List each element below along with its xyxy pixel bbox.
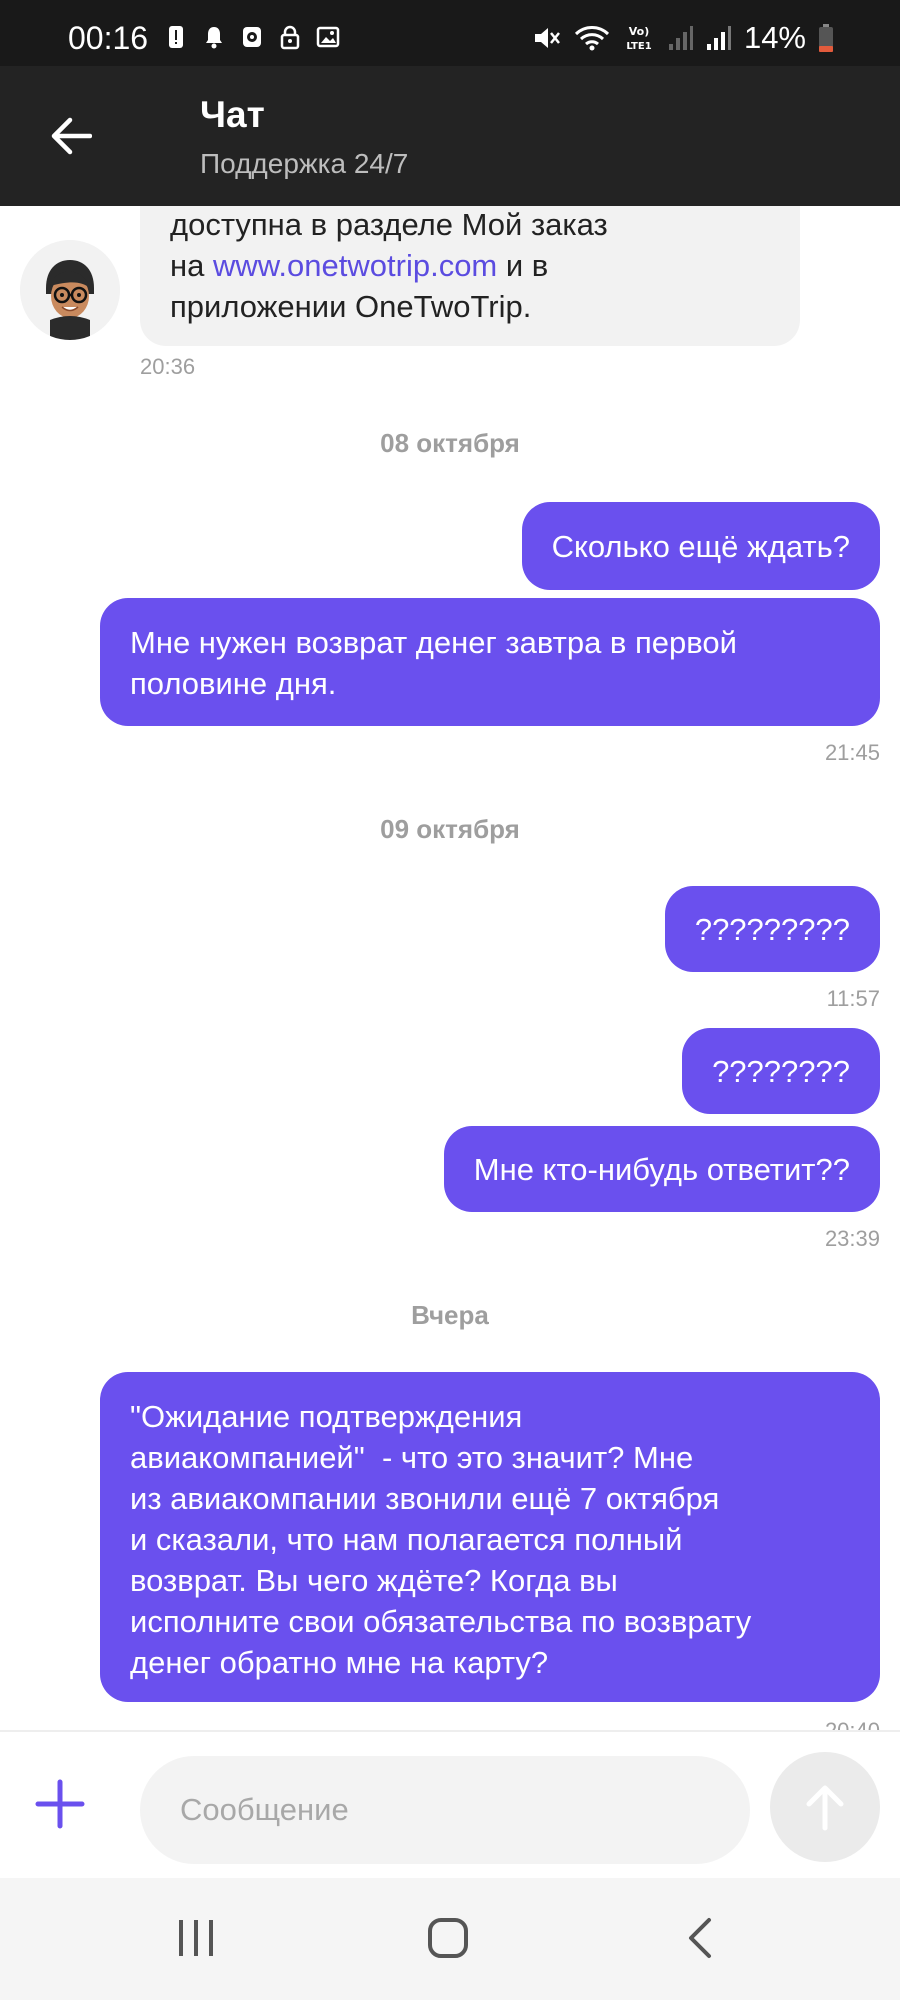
volte-icon: Vo) LTE1 xyxy=(626,25,651,52)
clock-app-icon xyxy=(243,27,261,47)
message-text: ???????? xyxy=(712,1053,850,1089)
message-text: на xyxy=(170,248,213,283)
arrow-left-icon xyxy=(51,117,92,155)
system-nav-bar xyxy=(0,1878,900,2000)
message-time: 20:40 xyxy=(825,1718,880,1730)
svg-text:Vo): Vo) xyxy=(629,25,650,38)
date-separator: 08 октября xyxy=(380,428,520,458)
wifi-icon xyxy=(574,26,609,51)
outgoing-message: ????????? xyxy=(664,886,880,972)
memoji-avatar-icon xyxy=(20,240,120,340)
message-text: Мне кто-нибудь ответит?? xyxy=(473,1151,850,1187)
notification-icons xyxy=(164,24,340,50)
message-line: Мне нужен возврат денег завтра в первой xyxy=(130,625,737,660)
status-time: 00:16 xyxy=(68,20,149,56)
message-text: и в xyxy=(497,248,549,283)
message-time: 11:57 xyxy=(826,986,880,1011)
date-separator: 09 октября xyxy=(380,814,520,844)
recent-apps-icon xyxy=(179,1920,213,1956)
support-avatar xyxy=(20,240,120,340)
message-composer xyxy=(0,1730,900,1878)
svg-text:LTE1: LTE1 xyxy=(626,41,651,52)
plus-icon xyxy=(35,1779,85,1829)
recent-apps-button[interactable] xyxy=(156,1908,236,1968)
battery-percent: 14% xyxy=(743,20,806,55)
message-line: доступна в разделе Мой заказ xyxy=(170,207,608,242)
back-button[interactable] xyxy=(38,104,102,168)
message-line: денег обратно мне на карту? xyxy=(130,1645,549,1680)
incoming-message: доступна в разделе Мой заказ на www.onet… xyxy=(140,206,800,346)
attach-button[interactable] xyxy=(30,1774,90,1834)
message-line: возврат. Вы чего ждёте? Когда вы xyxy=(130,1563,618,1598)
status-bar: 00:16 Vo) LTE1 14% xyxy=(0,0,900,66)
message-input[interactable] xyxy=(140,1756,750,1864)
message-line: авиакомпанией" - что это значит? Мне xyxy=(130,1440,694,1475)
message-line: из авиакомпании звонили ещё 7 октября xyxy=(130,1481,720,1516)
send-button[interactable] xyxy=(770,1752,880,1862)
page-title: Чат xyxy=(200,94,265,135)
signal-icon-2 xyxy=(706,26,731,50)
message-text: Сколько ещё ждать? xyxy=(551,528,850,564)
arrow-up-icon xyxy=(806,1785,844,1831)
outgoing-message: "Ожидание подтверждения авиакомпанией" -… xyxy=(100,1372,880,1702)
message-line: на www.onetwotrip.com и в xyxy=(170,245,770,286)
date-separator: Вчера xyxy=(411,1300,489,1330)
mute-icon xyxy=(534,28,560,48)
system-icons: Vo) LTE1 14% xyxy=(532,20,834,56)
message-line: "Ожидание подтверждения xyxy=(130,1399,523,1434)
message-line: приложении OneTwoTrip. xyxy=(170,289,532,324)
chat-messages[interactable]: доступна в разделе Мой заказ на www.onet… xyxy=(0,206,900,1730)
message-time: 20:36 xyxy=(140,354,196,379)
home-button[interactable] xyxy=(408,1908,488,1968)
outgoing-message: Мне нужен возврат денег завтра в первой … xyxy=(100,598,880,726)
back-nav-button[interactable] xyxy=(660,1908,740,1968)
image-icon xyxy=(316,26,340,48)
outgoing-message: ???????? xyxy=(682,1028,880,1114)
lock-icon xyxy=(280,25,300,50)
message-time: 23:39 xyxy=(824,1226,880,1251)
message-line: и сказали, что нам полагается полный xyxy=(130,1522,683,1557)
outgoing-message: Сколько ещё ждать? xyxy=(521,502,880,590)
website-link[interactable]: www.onetwotrip.com xyxy=(213,248,497,283)
bell-icon xyxy=(206,27,222,49)
battery-icon xyxy=(819,24,833,52)
message-line: исполните свои обязательства по возврату xyxy=(130,1604,752,1639)
chevron-left-icon xyxy=(689,1918,711,1958)
message-text: ????????? xyxy=(694,911,850,947)
alert-icon xyxy=(169,26,183,48)
page-subtitle: Поддержка 24/7 xyxy=(200,148,409,179)
message-time: 21:45 xyxy=(824,740,880,765)
home-icon xyxy=(428,1918,468,1958)
chat-header: Чат Поддержка 24/7 xyxy=(0,66,900,206)
outgoing-message: Мне кто-нибудь ответит?? xyxy=(443,1126,880,1212)
signal-icon xyxy=(668,26,693,50)
message-line: половине дня. xyxy=(130,666,337,701)
